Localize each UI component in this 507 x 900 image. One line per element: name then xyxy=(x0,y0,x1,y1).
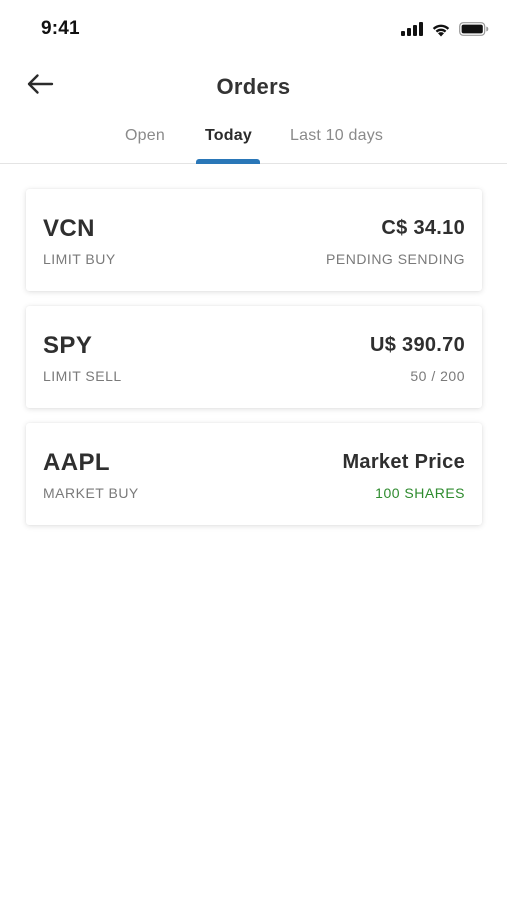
order-price: C$ 34.10 xyxy=(381,217,465,239)
order-symbol: AAPL xyxy=(43,449,110,476)
active-tab-indicator xyxy=(196,159,260,164)
cellular-signal-icon xyxy=(401,22,423,36)
header: Orders xyxy=(0,58,507,118)
order-type: LIMIT SELL xyxy=(43,368,122,384)
order-price: Market Price xyxy=(342,451,465,473)
battery-icon xyxy=(459,22,489,36)
order-status: 100 SHARES xyxy=(375,485,465,501)
order-list: VCN LIMIT BUY C$ 34.10 PENDING SENDING S… xyxy=(26,189,482,540)
status-time: 9:41 xyxy=(41,18,80,39)
tab-open[interactable]: Open xyxy=(125,127,165,145)
tab-bar: Open Today Last 10 days xyxy=(0,118,507,164)
page-title: Orders xyxy=(216,74,291,99)
status-icons xyxy=(401,20,489,38)
wifi-icon xyxy=(431,22,451,37)
order-type: LIMIT BUY xyxy=(43,251,116,267)
order-type: MARKET BUY xyxy=(43,485,139,501)
order-status: 50 / 200 xyxy=(410,368,465,384)
tab-last-10-days[interactable]: Last 10 days xyxy=(290,127,383,145)
order-status: PENDING SENDING xyxy=(326,251,465,267)
order-symbol: VCN xyxy=(43,215,95,242)
order-card-aapl[interactable]: AAPL MARKET BUY Market Price 100 SHARES xyxy=(26,423,482,525)
tab-today[interactable]: Today xyxy=(205,127,252,145)
order-card-vcn[interactable]: VCN LIMIT BUY C$ 34.10 PENDING SENDING xyxy=(26,189,482,291)
order-card-spy[interactable]: SPY LIMIT SELL U$ 390.70 50 / 200 xyxy=(26,306,482,408)
order-symbol: SPY xyxy=(43,332,93,359)
status-bar: 9:41 xyxy=(0,0,507,58)
order-price: U$ 390.70 xyxy=(370,334,465,356)
